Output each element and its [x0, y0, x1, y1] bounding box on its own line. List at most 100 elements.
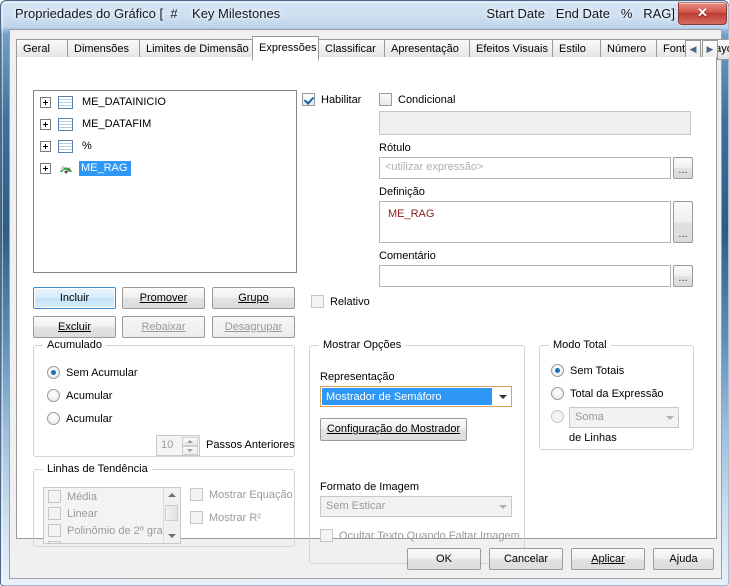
rebaixar-button[interactable]: Rebaixar	[122, 316, 205, 338]
configuracao-mostrador-label: Configuração do Mostrador	[326, 423, 461, 435]
tree-item-label: ME_RAG	[79, 160, 132, 176]
tree-item-me-datainicio[interactable]: ME_DATAINICIO	[34, 91, 296, 113]
formato-imagem-label: Formato de Imagem	[320, 481, 420, 493]
chevron-down-icon	[666, 416, 674, 420]
acumulado-title: Acumulado	[43, 339, 107, 351]
funcao-total-combo[interactable]: Soma	[569, 407, 679, 428]
field-icon	[58, 117, 73, 131]
tab-dimensoes-label: Dimensões	[74, 43, 130, 55]
de-linhas-label: de Linhas	[569, 432, 617, 444]
desagrupar-button[interactable]: Desagrupar	[212, 316, 295, 338]
expression-tree[interactable]: ME_DATAINICIO ME_DATAFIM % ME_RAG	[33, 90, 297, 273]
caret-up-icon	[168, 493, 176, 497]
promover-button[interactable]: Promover	[122, 287, 205, 309]
field-icon	[58, 95, 73, 109]
chevron-down-icon	[499, 395, 507, 399]
radio-funcao-total[interactable]	[551, 410, 570, 423]
passos-anteriores-stepper[interactable]: 10	[156, 435, 200, 456]
excluir-button[interactable]: Excluir	[33, 316, 116, 338]
formato-imagem-combo[interactable]: Sem Esticar	[320, 496, 512, 517]
definicao-browse-button[interactable]: ...	[673, 201, 693, 243]
radio-sem-totais-label: Sem Totais	[570, 364, 625, 377]
aplicar-label: Aplicar	[591, 553, 625, 565]
radio-acumular-passos[interactable]: Acumular	[47, 412, 112, 425]
close-button[interactable]: ✕	[678, 2, 727, 25]
radio-icon	[551, 410, 564, 423]
rotulo-label: Rótulo	[379, 142, 411, 154]
radio-acumular[interactable]: Acumular	[47, 389, 112, 402]
checkbox-icon	[190, 511, 203, 524]
checkbox-icon[interactable]	[48, 490, 61, 503]
close-icon: ✕	[697, 5, 708, 20]
definicao-input[interactable]: ME_RAG	[379, 201, 671, 243]
desagrupar-label: Desagrupar	[224, 321, 283, 333]
passos-anteriores-label: Passos Anteriores	[206, 439, 295, 451]
gauge-icon	[58, 161, 74, 176]
tree-item-percent[interactable]: %	[34, 135, 296, 157]
tree-item-me-rag[interactable]: ME_RAG	[34, 157, 296, 179]
ok-button[interactable]: OK	[407, 548, 481, 570]
expander-plus-icon[interactable]	[40, 162, 51, 174]
comentario-input[interactable]	[379, 265, 671, 287]
aplicar-button[interactable]: Aplicar	[571, 548, 645, 570]
tab-numero-label: Número	[607, 43, 647, 55]
mostrar-equacao-checkbox[interactable]: Mostrar Equação	[190, 488, 293, 501]
tab-efeitos-label: Efeitos Visuais	[476, 43, 548, 55]
representacao-combo[interactable]: Mostrador de Semáforo	[320, 386, 512, 407]
list-item[interactable]: Média	[44, 488, 180, 505]
stepper-down-button[interactable]	[182, 446, 198, 455]
relativo-label: Relativo	[330, 295, 370, 308]
expressoes-tab-page: ME_DATAINICIO ME_DATAFIM % ME_RAG Inclui…	[16, 57, 717, 564]
scroll-up-button[interactable]	[164, 488, 179, 503]
comentario-label: Comentário	[379, 250, 436, 262]
formato-imagem-value: Sem Esticar	[326, 500, 386, 512]
radio-sem-acumular[interactable]: Sem Acumular	[47, 366, 138, 379]
incluir-button[interactable]: Incluir	[33, 287, 116, 309]
condicional-input[interactable]	[379, 111, 691, 135]
habilitar-checkbox[interactable]: Habilitar	[302, 93, 361, 106]
configuracao-mostrador-button[interactable]: Configuração do Mostrador	[320, 418, 467, 441]
radio-total-expressao-label: Total da Expressão	[570, 387, 664, 400]
title-bar[interactable]: Propriedades do Gráfico [ # Key Mileston…	[1, 1, 729, 29]
expander-plus-icon[interactable]	[40, 96, 51, 108]
checkbox-icon[interactable]	[48, 507, 61, 520]
tab-expressoes-label: Expressões	[259, 42, 317, 54]
tree-item-label: %	[82, 139, 92, 152]
radio-acumular-label: Acumular	[66, 389, 113, 402]
chart-properties-dialog: Geral Dimensões Limites de Dimensão Expr…	[9, 29, 729, 579]
stepper-up-button[interactable]	[182, 437, 198, 446]
ajuda-button[interactable]: Ajuda	[653, 548, 714, 570]
list-item[interactable]: Linear	[44, 505, 180, 522]
expander-plus-icon[interactable]	[40, 118, 51, 130]
field-icon	[58, 139, 73, 153]
rotulo-input[interactable]: <utilizar expressão>	[379, 157, 671, 179]
tab-limites-label: Limites de Dimensão	[146, 43, 249, 55]
tab-expressoes[interactable]: Expressões	[252, 36, 319, 61]
rotulo-browse-button[interactable]: ...	[673, 157, 693, 179]
mostrar-equacao-label: Mostrar Equação	[209, 488, 293, 501]
tab-apresentacao-label: Apresentação	[391, 43, 459, 55]
cancelar-label: Cancelar	[503, 553, 549, 565]
tab-geral-label: Geral	[23, 43, 50, 55]
condicional-label: Condicional	[398, 93, 456, 106]
chevron-left-icon: ◀	[689, 44, 697, 54]
scrollbar-thumb[interactable]	[165, 505, 178, 521]
dialog-footer: OK Cancelar Aplicar Ajuda	[10, 536, 723, 578]
condicional-checkbox[interactable]: Condicional	[379, 93, 455, 106]
relativo-checkbox[interactable]: Relativo	[311, 295, 370, 308]
chevron-right-icon: ▶	[706, 44, 714, 54]
expander-plus-icon[interactable]	[40, 140, 51, 152]
radio-total-expressao[interactable]: Total da Expressão	[551, 387, 664, 400]
tree-item-me-datafim[interactable]: ME_DATAFIM	[34, 113, 296, 135]
radio-icon	[47, 366, 60, 379]
checkbox-icon	[190, 488, 203, 501]
comentario-browse-button[interactable]: ...	[673, 265, 693, 287]
mostrar-r2-checkbox[interactable]: Mostrar R²	[190, 511, 261, 524]
grupo-button[interactable]: Grupo	[212, 287, 295, 309]
window-title-right: Start Date End Date % RAG]	[486, 6, 675, 21]
modo-total-title: Modo Total	[549, 339, 611, 351]
window-frame: Propriedades do Gráfico [ # Key Mileston…	[0, 0, 729, 586]
radio-sem-totais[interactable]: Sem Totais	[551, 364, 624, 377]
cancelar-button[interactable]: Cancelar	[489, 548, 563, 570]
trend-list-scrollbar[interactable]	[163, 488, 180, 543]
